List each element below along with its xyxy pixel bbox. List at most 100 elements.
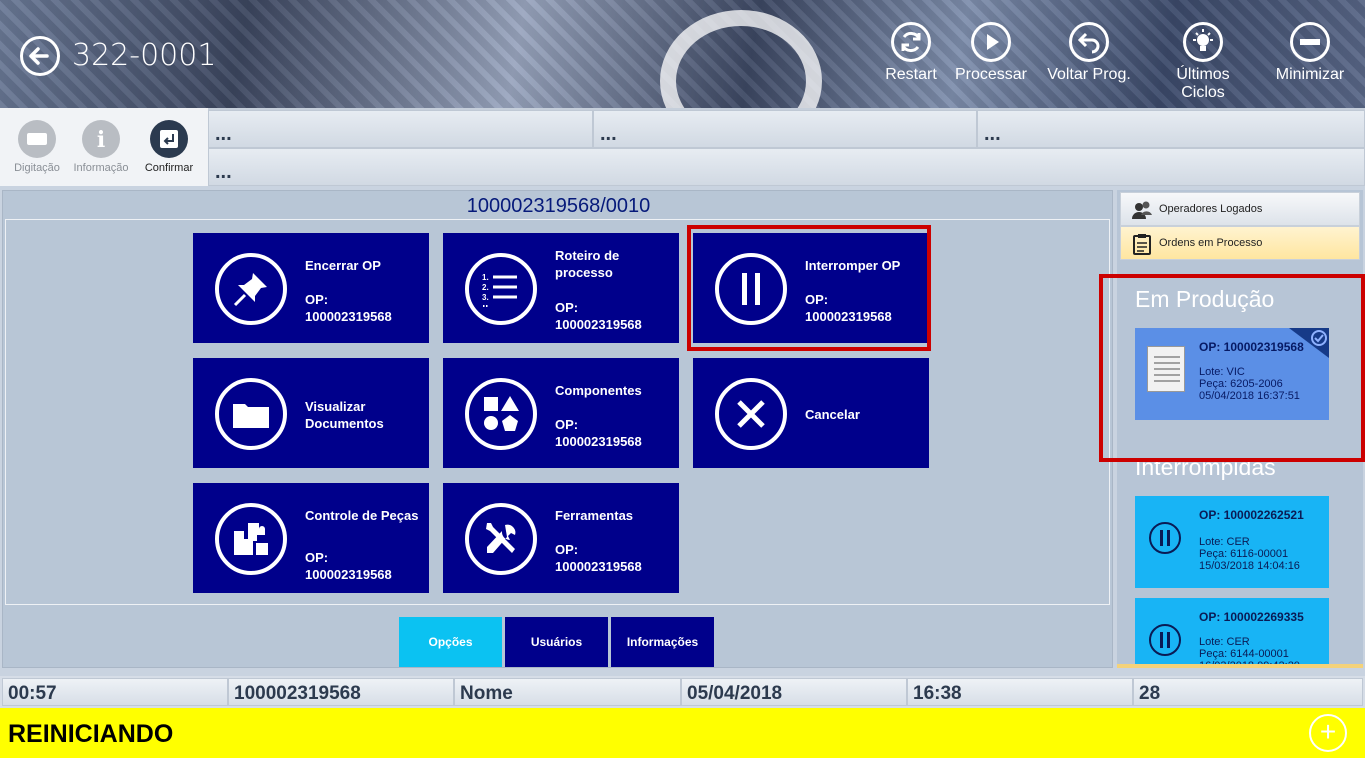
- card-op-number: 100002319568: [305, 309, 392, 324]
- toolbar: Digitação i Informação Confirmar: [0, 108, 208, 186]
- tab-ordens-label: Ordens em Processo: [1159, 237, 1263, 249]
- op-lote: Lote: CER: [1199, 536, 1250, 548]
- card-op-number: 100002319568: [555, 559, 642, 574]
- ferramentas-button[interactable]: Ferramentas OP: 100002319568: [443, 483, 679, 593]
- card-op-label: OP:: [305, 550, 329, 565]
- card-op-label: OP:: [555, 542, 579, 557]
- status-message: REINICIANDO: [8, 720, 174, 748]
- card-title: Visualizar Documentos: [305, 399, 384, 431]
- pause-icon: [1149, 624, 1181, 656]
- minimizar-button[interactable]: Minimizar: [1260, 22, 1360, 84]
- minimizar-label: Minimizar: [1275, 66, 1345, 83]
- back-arrow-icon[interactable]: [20, 36, 60, 76]
- card-title: Componentes: [555, 383, 642, 398]
- voltar-prog-button[interactable]: Voltar Prog.: [1039, 22, 1139, 84]
- informacao-button[interactable]: i Informação: [68, 120, 134, 174]
- ultimos-ciclos-label: Últimos Ciclos: [1176, 66, 1230, 101]
- processar-button[interactable]: Processar: [941, 22, 1041, 84]
- digitacao-button[interactable]: Digitação: [4, 120, 70, 174]
- processar-label: Processar: [954, 66, 1028, 83]
- confirmar-label: Confirmar: [144, 162, 194, 174]
- lightbulb-icon: [1183, 22, 1223, 62]
- op-title: 100002319568/0010: [466, 195, 651, 217]
- op-number: OP: 100002262521: [1199, 508, 1304, 522]
- cancelar-button[interactable]: Cancelar: [693, 358, 929, 468]
- card-op-number: 100002319568: [305, 567, 392, 582]
- minus-icon: [1290, 22, 1330, 62]
- tab-ordens-em-processo[interactable]: Ordens em Processo: [1120, 226, 1360, 260]
- info-cell: ...: [977, 110, 1365, 148]
- status-op: 100002319568: [228, 678, 454, 706]
- highlight-em-producao: [1099, 274, 1365, 462]
- shapes-icon: [465, 378, 537, 450]
- status-time: 00:57: [2, 678, 228, 706]
- tab-operadores-logados[interactable]: Operadores Logados: [1120, 192, 1360, 226]
- info-cell: ...: [593, 110, 977, 148]
- highlight-interromper: [687, 225, 931, 351]
- card-title: Encerrar OP: [305, 258, 381, 273]
- card-op-label: OP:: [555, 300, 579, 315]
- plus-icon[interactable]: +: [1309, 714, 1347, 752]
- enter-icon: [150, 120, 188, 158]
- tab-usuarios[interactable]: Usuários: [505, 617, 608, 667]
- roteiro-processo-button[interactable]: 1. 2. 3. Roteiro de processo OP: 100002319…: [443, 233, 679, 343]
- clipboard-icon: [1131, 233, 1153, 255]
- machine-id: 322-0001: [72, 38, 217, 73]
- op-lote: Lote: CER: [1199, 636, 1250, 648]
- card-op-number: 100002319568: [555, 317, 642, 332]
- tab-opcoes[interactable]: Opções: [399, 617, 502, 667]
- info-icon: i: [82, 120, 120, 158]
- card-op-label: OP:: [305, 292, 329, 307]
- digitacao-label: Digitação: [14, 162, 60, 174]
- visualizar-documentos-button[interactable]: Visualizar Documentos: [193, 358, 429, 468]
- card-title: Controle de Peças: [305, 508, 419, 523]
- confirmar-button[interactable]: Confirmar: [136, 120, 202, 174]
- info-cell: ...: [208, 148, 1365, 186]
- info-grid: ... ... ... ...: [208, 108, 1365, 186]
- main-panel: 100002319568/0010 Encerrar OP OP: 100002…: [2, 190, 1113, 668]
- options-area: Encerrar OP OP: 100002319568 1. 2. 3. Rote…: [5, 219, 1110, 605]
- card-op-label: OP:: [555, 417, 579, 432]
- message-bar: REINICIANDO +: [0, 708, 1365, 758]
- op-number: OP: 100002269335: [1199, 610, 1304, 624]
- svg-text:2.: 2.: [482, 283, 489, 292]
- close-icon: [715, 378, 787, 450]
- card-title: Roteiro de processo: [555, 248, 620, 280]
- status-count: 28: [1133, 678, 1363, 706]
- svg-text:1.: 1.: [482, 273, 489, 282]
- interrompida-op-card[interactable]: OP: 100002262521 Lote: CER Peça: 6116-00…: [1135, 496, 1329, 588]
- encerrar-op-button[interactable]: Encerrar OP OP: 100002319568: [193, 233, 429, 343]
- componentes-button[interactable]: Componentes OP: 100002319568: [443, 358, 679, 468]
- card-title: Cancelar: [805, 407, 860, 422]
- tab-informacoes[interactable]: Informações: [611, 617, 714, 667]
- puzzle-icon: [215, 503, 287, 575]
- undo-icon: [1069, 22, 1109, 62]
- status-clock: 16:38: [907, 678, 1133, 706]
- status-bar: 00:57 100002319568 Nome 05/04/2018 16:38…: [0, 676, 1365, 708]
- op-date: 15/03/2018 14:04:16: [1199, 560, 1300, 572]
- scroll-edge: [1117, 664, 1363, 668]
- card-op-number: 100002319568: [555, 434, 642, 449]
- interrompida-op-card[interactable]: OP: 100002269335 Lote: CER Peça: 6144-00…: [1135, 598, 1329, 668]
- voltar-prog-label: Voltar Prog.: [1047, 66, 1131, 83]
- controle-pecas-button[interactable]: Controle de Peças OP: 100002319568: [193, 483, 429, 593]
- tools-icon: [465, 503, 537, 575]
- play-icon: [971, 22, 1011, 62]
- keyboard-icon: [18, 120, 56, 158]
- tab-operadores-label: Operadores Logados: [1159, 203, 1263, 215]
- informacao-label: Informação: [73, 162, 129, 174]
- info-cell: ...: [208, 110, 593, 148]
- op-peca: Peça: 6116-00001: [1199, 548, 1289, 560]
- restart-icon: [891, 22, 931, 62]
- folder-icon: [215, 378, 287, 450]
- status-date: 05/04/2018: [681, 678, 907, 706]
- op-peca: Peça: 6144-00001: [1199, 648, 1289, 660]
- header-bar: 322-0001 Restart Processar Voltar Prog. …: [0, 0, 1365, 108]
- users-icon: [1131, 199, 1153, 221]
- svg-text:3.: 3.: [482, 293, 489, 302]
- status-name: Nome: [454, 678, 681, 706]
- ultimos-ciclos-button[interactable]: Últimos Ciclos: [1153, 22, 1253, 102]
- pushpin-icon: [215, 253, 287, 325]
- svg-text:i: i: [97, 127, 105, 153]
- card-title: Ferramentas: [555, 508, 634, 523]
